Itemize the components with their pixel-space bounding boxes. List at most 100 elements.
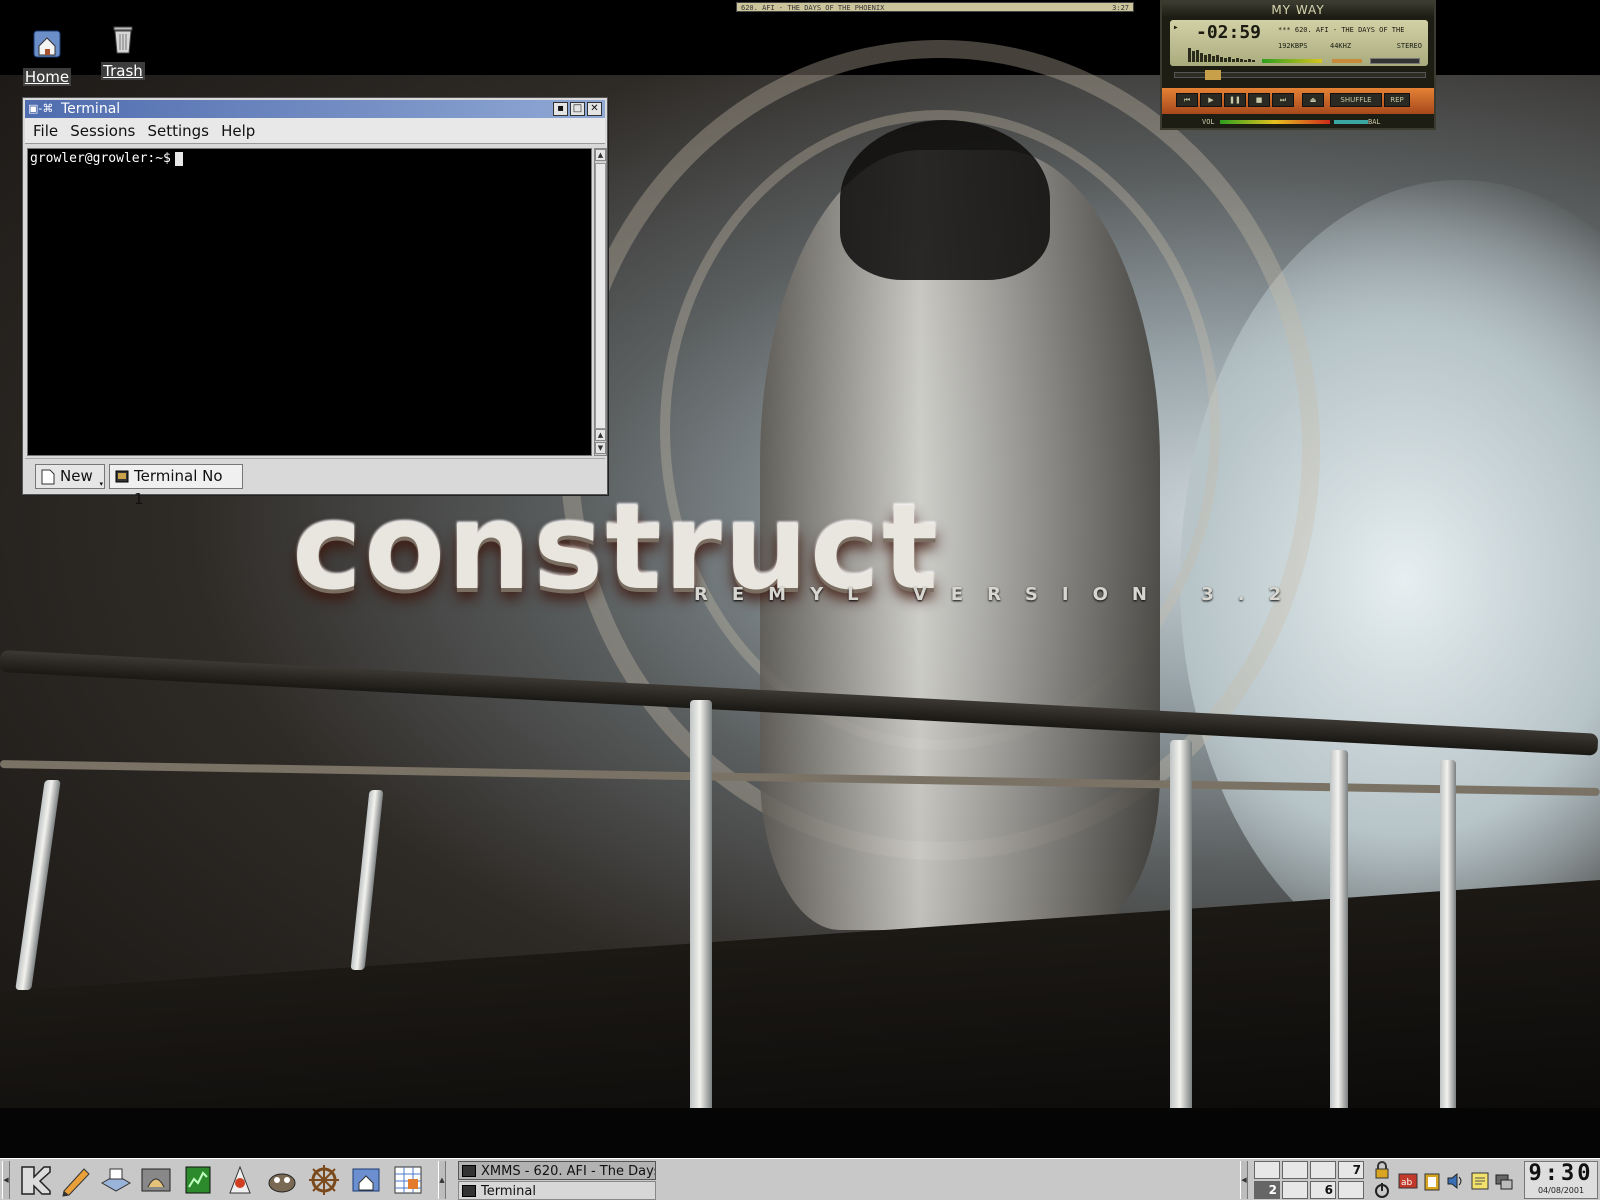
balance-slider[interactable] <box>1334 120 1368 124</box>
new-session-button[interactable]: New ▾ <box>35 464 105 489</box>
pager-desktop-current[interactable]: 2 <box>1254 1181 1280 1199</box>
xmms-playlist-strip[interactable]: 620. AFI - THE DAYS OF THE PHOENIX 3:27 <box>736 2 1134 12</box>
network-icon[interactable] <box>1494 1171 1514 1191</box>
launcher-konqueror[interactable] <box>138 1163 174 1197</box>
xmms-seek-bar[interactable] <box>1174 70 1426 80</box>
clipboard-icon[interactable] <box>1422 1171 1442 1191</box>
notes-icon[interactable] <box>1470 1171 1490 1191</box>
scroll-down-icon[interactable]: ▼ <box>595 442 606 454</box>
kde-panel: ◀ ▲ XMMS - 620. AFI - The Days of the Ph… <box>0 1158 1600 1200</box>
window-menu-icon[interactable]: ▣-⌘ <box>28 103 56 115</box>
volume-slider[interactable] <box>1220 120 1330 124</box>
play-indicator-icon: ▶ <box>1174 24 1178 31</box>
close-button[interactable]: ✕ <box>587 102 602 116</box>
session-tab[interactable]: Terminal No 1 <box>109 464 243 508</box>
kde-menu-icon <box>21 1166 51 1195</box>
new-session-label: New <box>60 467 93 485</box>
wallpaper-post <box>350 790 384 970</box>
pager-desktop[interactable] <box>1310 1161 1336 1179</box>
seek-knob[interactable] <box>1205 70 1221 80</box>
logout-icon[interactable] <box>1374 1181 1390 1199</box>
eject-button[interactable]: ⏏ <box>1302 93 1324 107</box>
volume-icon[interactable] <box>1446 1171 1466 1191</box>
panel-handle[interactable]: ▲ <box>438 1161 446 1199</box>
panel-hide-handle[interactable]: ◀ <box>2 1161 10 1199</box>
launcher-graphics[interactable] <box>222 1163 258 1197</box>
volume-label: VOL <box>1202 118 1215 126</box>
stop-button[interactable]: ■ <box>1248 93 1270 107</box>
menu-settings[interactable]: Settings <box>143 118 213 144</box>
launcher-system-monitor[interactable] <box>180 1163 216 1197</box>
repeat-button[interactable]: REP <box>1384 93 1410 107</box>
xmms-titlebar[interactable]: MY WAY <box>1162 2 1434 18</box>
launcher-helm[interactable] <box>306 1163 342 1197</box>
pager-desktop[interactable]: 6 <box>1310 1181 1336 1199</box>
terminal-task-icon <box>462 1185 476 1197</box>
pager-handle[interactable]: ◀ <box>1240 1161 1248 1199</box>
graphics-icon <box>229 1165 251 1194</box>
pager-desktop[interactable] <box>1254 1161 1280 1179</box>
window-title: Terminal <box>61 101 121 117</box>
minimize-button[interactable]: ▪ <box>553 102 568 116</box>
desktop-icon-home[interactable]: Home <box>12 28 82 86</box>
launcher-editor[interactable] <box>58 1163 94 1197</box>
helm-icon <box>309 1165 339 1195</box>
pager-desktop[interactable] <box>1338 1181 1364 1199</box>
scrollbar-thumb[interactable] <box>595 163 606 429</box>
kde-menu-button[interactable] <box>18 1163 54 1197</box>
terminal-titlebar[interactable]: ▣-⌘ Terminal ▪ □ ✕ <box>25 100 605 118</box>
launcher-file-manager[interactable] <box>348 1163 384 1197</box>
menu-sessions[interactable]: Sessions <box>66 118 139 144</box>
spreadsheet-icon <box>394 1166 422 1194</box>
eq-pl-toggle[interactable] <box>1370 58 1420 64</box>
xmms-eq-sliders[interactable] <box>1262 58 1426 64</box>
gimp-icon <box>268 1173 296 1193</box>
menu-help[interactable]: Help <box>217 118 259 144</box>
scroll-up-icon[interactable]: ▲ <box>595 429 606 441</box>
wallpaper-post <box>1170 740 1192 1130</box>
balance-label: BAL <box>1368 118 1381 126</box>
terminal-scrollbar[interactable]: ▲ ▲ ▼ <box>594 148 607 456</box>
next-button[interactable]: ⏭ <box>1272 93 1294 107</box>
pager-desktop[interactable]: 7 <box>1338 1161 1364 1179</box>
dictionary-icon[interactable]: ab <box>1398 1171 1418 1191</box>
pager-desktop[interactable] <box>1282 1181 1308 1199</box>
pause-button[interactable]: ❚❚ <box>1224 93 1246 107</box>
launcher-spreadsheet[interactable] <box>390 1163 426 1197</box>
desktop-icon-label: Trash <box>101 62 145 80</box>
panel-clock[interactable]: 9:30 04/08/2001 <box>1524 1161 1598 1199</box>
konqueror-icon <box>141 1168 171 1192</box>
xmms-channels: STEREO <box>1396 42 1422 50</box>
wallpaper-post <box>1440 760 1456 1120</box>
terminal-session-icon <box>115 470 129 483</box>
shuffle-button[interactable]: SHUFFLE <box>1330 93 1382 107</box>
terminal-menubar: File Sessions Settings Help <box>25 118 605 144</box>
xmms-player[interactable]: MY WAY ▶ -02:59 *** 620. AFI - THE DAYS … <box>1160 0 1436 130</box>
home-icon <box>33 30 61 58</box>
task-xmms[interactable]: XMMS - 620. AFI - The Days of the Phoeni… <box>458 1161 656 1180</box>
clock-date: 04/08/2001 <box>1537 1186 1585 1195</box>
printer-icon <box>100 1168 132 1192</box>
shell-prompt: growler@growler:~$ <box>30 151 171 166</box>
xmms-task-icon <box>462 1165 476 1177</box>
xmms-controls: ⏮ ▶ ❚❚ ■ ⏭ ⏏ SHUFFLE REP <box>1162 88 1434 114</box>
xmms-song-title: *** 620. AFI - THE DAYS OF THE <box>1278 26 1405 34</box>
task-label: XMMS - 620. AFI - The Days of the Phoeni… <box>481 1164 655 1179</box>
xmms-time[interactable]: -02:59 <box>1196 22 1261 43</box>
menu-file[interactable]: File <box>29 118 62 144</box>
xmms-samplerate: 44KHZ <box>1330 42 1352 50</box>
terminal-window[interactable]: ▣-⌘ Terminal ▪ □ ✕ File Sessions Setting… <box>22 97 608 508</box>
desktop-pager: 7 2 6 <box>1254 1161 1366 1199</box>
task-terminal[interactable]: Terminal <box>458 1181 656 1200</box>
file-manager-icon <box>352 1168 380 1192</box>
prev-button[interactable]: ⏮ <box>1176 93 1198 107</box>
pager-desktop[interactable] <box>1282 1161 1308 1179</box>
play-button[interactable]: ▶ <box>1200 93 1222 107</box>
launcher-gimp[interactable] <box>264 1163 300 1197</box>
desktop-icon-trash[interactable]: Trash <box>88 22 158 80</box>
lock-icon[interactable] <box>1374 1161 1390 1179</box>
scroll-up-icon[interactable]: ▲ <box>595 149 606 161</box>
maximize-button[interactable]: □ <box>570 102 585 116</box>
terminal-screen[interactable]: growler@growler:~$ <box>27 148 592 456</box>
launcher-printer[interactable] <box>98 1163 134 1197</box>
